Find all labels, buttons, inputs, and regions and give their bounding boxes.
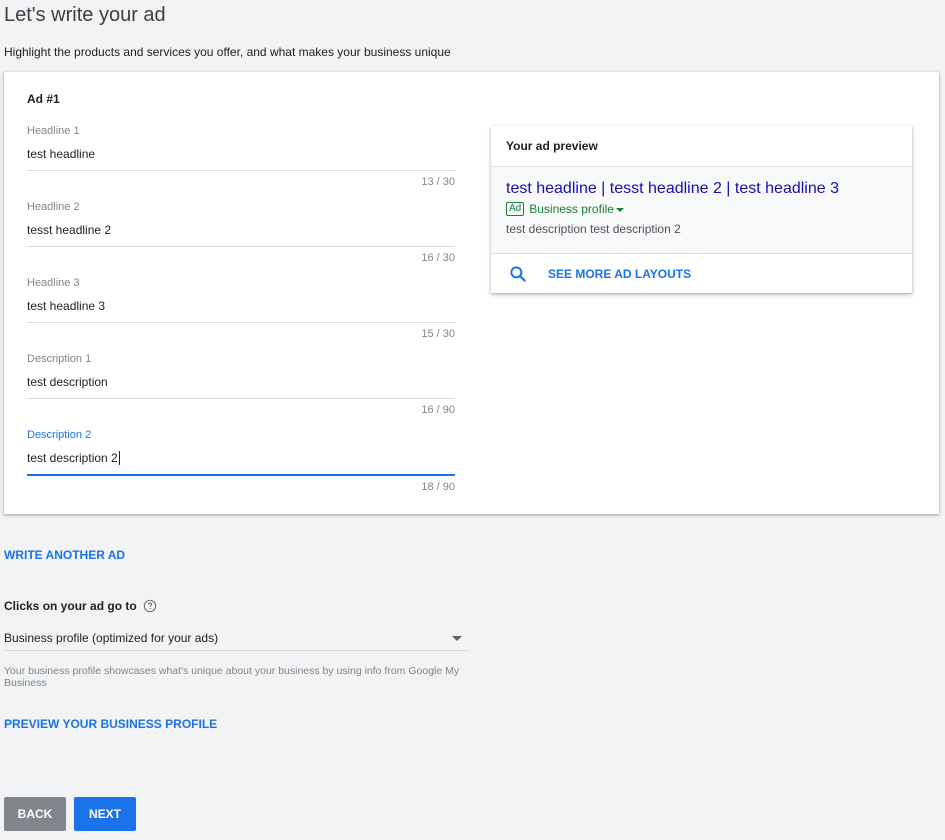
description-2-field[interactable]: Description 2 test description 2 18 / 90 <box>27 428 455 494</box>
destination-select-value: Business profile (optimized for your ads… <box>4 631 219 645</box>
destination-helper-text: Your business profile showcases what's u… <box>4 665 460 689</box>
search-icon <box>510 266 526 282</box>
description-2-underline <box>27 474 455 476</box>
preview-business-profile-button[interactable]: PREVIEW YOUR BUSINESS PROFILE <box>4 717 217 731</box>
next-button[interactable]: NEXT <box>74 797 136 831</box>
see-more-ad-layouts-label: SEE MORE AD LAYOUTS <box>548 267 692 281</box>
page-title: Let's write your ad <box>4 4 166 26</box>
write-another-ad-button[interactable]: WRITE ANOTHER AD <box>4 548 125 562</box>
caret-down-icon <box>615 207 624 212</box>
clicks-destination-text: Clicks on your ad go to <box>4 599 137 613</box>
description-1-underline <box>27 398 455 399</box>
page-subtitle: Highlight the products and services you … <box>4 45 451 59</box>
description-1-field[interactable]: Description 1 test description 16 / 90 <box>27 352 455 417</box>
text-cursor <box>118 451 120 465</box>
headline-2-label: Headline 2 <box>27 201 80 213</box>
headline-2-underline <box>27 246 455 247</box>
ad-preview-url: Business profile <box>529 202 614 216</box>
description-1-char-count: 16 / 90 <box>421 404 455 416</box>
headline-1-input[interactable]: test headline <box>27 146 455 162</box>
headline-1-label: Headline 1 <box>27 125 80 137</box>
headline-3-field[interactable]: Headline 3 test headline 3 15 / 30 <box>27 276 455 341</box>
description-1-label: Description 1 <box>27 353 92 365</box>
ad-title: Ad #1 <box>27 92 60 106</box>
ad-preview-description: test description test description 2 <box>506 222 681 236</box>
headline-3-input[interactable]: test headline 3 <box>27 298 455 314</box>
ad-preview-body: test headline | tesst headline 2 | test … <box>491 167 912 254</box>
ad-preview-url-row: Ad Business profile <box>506 201 897 217</box>
ad-preview-headline: test headline | tesst headline 2 | test … <box>506 180 839 197</box>
help-circle-icon[interactable] <box>143 599 157 613</box>
headline-2-field[interactable]: Headline 2 tesst headline 2 16 / 30 <box>27 200 455 265</box>
description-2-label: Description 2 <box>27 429 92 441</box>
headline-1-char-count: 13 / 30 <box>421 176 455 188</box>
headline-3-label: Headline 3 <box>27 277 80 289</box>
headline-1-underline <box>27 170 455 171</box>
description-2-input[interactable]: test description 2 <box>27 450 455 466</box>
headline-3-char-count: 15 / 30 <box>421 328 455 340</box>
ad-preview-title: Your ad preview <box>491 126 912 167</box>
destination-select[interactable]: Business profile (optimized for your ads… <box>4 626 470 651</box>
description-1-input[interactable]: test description <box>27 374 455 390</box>
headline-2-char-count: 16 / 30 <box>421 252 455 264</box>
ad-preview-panel: Your ad preview test headline | tesst he… <box>491 126 912 293</box>
headline-2-input[interactable]: tesst headline 2 <box>27 222 455 238</box>
ad-badge: Ad <box>506 202 525 216</box>
ad-card: Ad #1 Headline 1 test headline 13 / 30 H… <box>4 72 939 514</box>
back-button[interactable]: BACK <box>4 797 66 831</box>
dropdown-arrow-icon <box>452 635 462 641</box>
headline-1-field[interactable]: Headline 1 test headline 13 / 30 <box>27 124 455 189</box>
clicks-destination-label: Clicks on your ad go to <box>4 599 157 613</box>
headline-3-underline <box>27 322 455 323</box>
see-more-ad-layouts-button[interactable]: SEE MORE AD LAYOUTS <box>491 254 912 294</box>
description-2-char-count: 18 / 90 <box>421 481 455 493</box>
